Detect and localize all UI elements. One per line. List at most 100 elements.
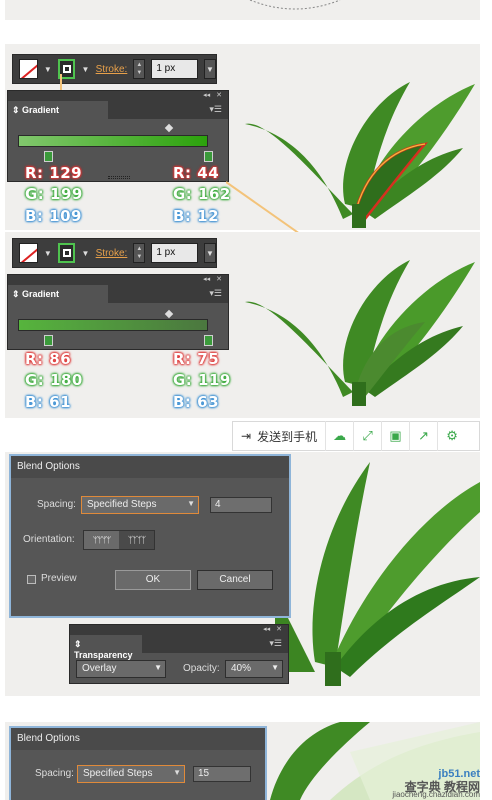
collapse-icon[interactable]: ◂◂ bbox=[203, 91, 210, 101]
steps-field[interactable]: 4 bbox=[210, 497, 272, 513]
step-image-3: Blend Options Spacing: Specified Steps ▼ … bbox=[5, 452, 480, 696]
tutorial-page: ▼ ▼ Stroke: ▲ ▼ 1 px ▼ ◂◂ ✕ ⇕ Gradient ▾☰ … bbox=[0, 0, 492, 800]
chevron-down-icon: ▼ bbox=[187, 499, 195, 508]
phone-send-icon: ⇥ bbox=[241, 429, 252, 443]
spacing-select[interactable]: Specified Steps ▼ bbox=[77, 765, 185, 783]
stroke-weight-dropdown-icon[interactable]: ▼ bbox=[203, 243, 216, 263]
align-to-path-icon[interactable]: ᛉᛉᛉᛉ bbox=[119, 531, 154, 549]
stroke-stepper[interactable]: ▲ ▼ bbox=[133, 243, 146, 263]
right-red-value: R: 44 bbox=[173, 164, 220, 182]
ok-button[interactable]: OK bbox=[115, 570, 191, 590]
gradient-title: Gradient bbox=[22, 289, 60, 299]
left-red-value: R: 129 bbox=[25, 164, 83, 182]
leaf-illustration-3 bbox=[275, 462, 480, 686]
spacing-select-value: Specified Steps bbox=[83, 768, 153, 779]
right-green-value: G: 119 bbox=[173, 371, 231, 389]
save-icon[interactable]: ▣ bbox=[382, 421, 411, 451]
gradient-panel-2: ◂◂ ✕ ⇕ Gradient ▾☰ bbox=[7, 274, 229, 350]
transparency-panel: ◂◂ ✕ ⇕ Transparency ▾☰ Overlay ▼ Opacity:… bbox=[69, 624, 289, 684]
blend-mode-select[interactable]: Overlay ▼ bbox=[76, 660, 166, 678]
stroke-weight-field[interactable]: 1 px bbox=[151, 243, 198, 263]
expand-icon[interactable]: ⤢ bbox=[354, 421, 383, 451]
stroke-swatch[interactable] bbox=[57, 243, 76, 263]
panel-controls: ◂◂ ✕ bbox=[8, 91, 228, 101]
send-to-phone-label: 发送到手机 bbox=[257, 429, 318, 444]
left-green-value: G: 199 bbox=[25, 185, 83, 203]
dotted-ellipse-shape bbox=[249, 0, 341, 10]
transparency-title: Transparency bbox=[74, 650, 133, 660]
fill-dropdown-icon[interactable]: ▼ bbox=[44, 59, 52, 79]
fill-dropdown-icon[interactable]: ▼ bbox=[44, 243, 52, 263]
fill-none-swatch[interactable] bbox=[19, 243, 38, 263]
blend-options-dialog-2: Blend Options Spacing: Specified Steps ▼ … bbox=[9, 726, 267, 800]
opacity-value: 40% bbox=[231, 663, 252, 674]
close-icon[interactable]: ✕ bbox=[216, 275, 222, 285]
fill-none-swatch[interactable] bbox=[19, 59, 38, 79]
orientation-label: Orientation: bbox=[23, 534, 75, 545]
right-blue-value: B: 12 bbox=[173, 207, 220, 225]
settings-gear-icon[interactable]: ⚙ bbox=[438, 421, 466, 451]
panel-controls: ◂◂ ✕ bbox=[8, 275, 228, 285]
gradient-tab[interactable]: ⇕ Gradient bbox=[8, 285, 108, 303]
stroke-label[interactable]: Stroke: bbox=[96, 64, 128, 75]
close-icon[interactable]: ✕ bbox=[276, 625, 282, 635]
left-blue-value: B: 61 bbox=[25, 393, 72, 411]
cloud-icon[interactable]: ☁ bbox=[326, 421, 355, 451]
collapse-icon[interactable]: ◂◂ bbox=[203, 275, 210, 285]
blend-mode-value: Overlay bbox=[82, 663, 117, 674]
leaf-illustration-2 bbox=[245, 260, 475, 406]
spacing-label: Spacing: bbox=[37, 499, 76, 510]
preview-checkbox[interactable] bbox=[27, 575, 36, 584]
panel-menu-icon[interactable]: ▾☰ bbox=[209, 104, 222, 115]
panel-menu-icon[interactable]: ▾☰ bbox=[269, 638, 282, 649]
blend-options-dialog: Blend Options Spacing: Specified Steps ▼ … bbox=[9, 454, 291, 618]
left-blue-value: B: 109 bbox=[25, 207, 82, 225]
transparency-tab[interactable]: ⇕ Transparency bbox=[70, 635, 142, 660]
stroke-label[interactable]: Stroke: bbox=[96, 248, 128, 259]
stroke-weight-field[interactable]: 1 px bbox=[151, 59, 198, 79]
gradient-stop-left[interactable] bbox=[44, 335, 53, 346]
collapse-icon[interactable]: ◂◂ bbox=[263, 625, 270, 635]
watermark-url: jiaocheng.chazidian.com bbox=[392, 790, 480, 799]
stroke-weight-dropdown-icon[interactable]: ▼ bbox=[203, 59, 216, 79]
stroke-dropdown-icon[interactable]: ▼ bbox=[81, 243, 90, 263]
panel-menu-icon[interactable]: ▾☰ bbox=[209, 288, 222, 299]
share-icon[interactable]: ↗ bbox=[410, 421, 439, 451]
step-image-4: Blend Options Spacing: Specified Steps ▼ … bbox=[5, 722, 480, 800]
chevron-down-icon: ▼ bbox=[154, 663, 162, 672]
close-icon[interactable]: ✕ bbox=[216, 91, 222, 101]
steps-field[interactable]: 15 bbox=[193, 766, 251, 782]
gradient-tab[interactable]: ⇕ Gradient bbox=[8, 101, 108, 119]
step-image-2: ▼ ▼ Stroke: ▲ ▼ 1 px ▼ ◂◂ ✕ ⇕ Gradient ▾☰ … bbox=[5, 232, 480, 418]
right-blue-value: B: 63 bbox=[173, 393, 220, 411]
stroke-dropdown-icon[interactable]: ▼ bbox=[81, 59, 90, 79]
gradient-title: Gradient bbox=[22, 105, 60, 115]
gradient-slider[interactable] bbox=[18, 319, 208, 331]
dialog-title: Blend Options bbox=[11, 728, 265, 750]
previous-step-image bbox=[5, 0, 480, 20]
left-red-value: R: 86 bbox=[25, 350, 72, 368]
gradient-midpoint[interactable] bbox=[164, 123, 174, 133]
spacing-select-value: Specified Steps bbox=[87, 499, 157, 510]
spacing-label: Spacing: bbox=[35, 768, 74, 779]
gradient-stop-right[interactable] bbox=[204, 151, 213, 162]
right-green-value: G: 162 bbox=[173, 185, 231, 203]
cancel-button[interactable]: Cancel bbox=[197, 570, 273, 590]
gradient-stop-left[interactable] bbox=[44, 151, 53, 162]
stroke-stepper[interactable]: ▲ ▼ bbox=[133, 59, 146, 79]
chevron-down-icon: ▼ bbox=[271, 663, 279, 672]
resize-grip[interactable] bbox=[108, 176, 130, 179]
left-green-value: G: 180 bbox=[25, 371, 83, 389]
opacity-field[interactable]: 40% ▼ bbox=[225, 660, 283, 678]
orientation-toggle: ᛘᛘᛘᛘ ᛉᛉᛉᛉ bbox=[83, 530, 155, 550]
stroke-toolbar: ▼ ▼ Stroke: ▲ ▼ 1 px ▼ bbox=[12, 54, 217, 84]
stroke-toolbar-2: ▼ ▼ Stroke: ▲ ▼ 1 px ▼ bbox=[12, 238, 217, 268]
send-to-phone-button[interactable]: ⇥ 发送到手机 bbox=[233, 421, 327, 451]
gradient-midpoint[interactable] bbox=[164, 309, 174, 319]
align-to-page-icon[interactable]: ᛘᛘᛘᛘ bbox=[84, 531, 119, 549]
gradient-stop-right[interactable] bbox=[204, 335, 213, 346]
gradient-slider[interactable] bbox=[18, 135, 208, 147]
spacing-select[interactable]: Specified Steps ▼ bbox=[81, 496, 199, 514]
panel-controls: ◂◂ ✕ bbox=[70, 625, 288, 635]
share-toolbar: ⇥ 发送到手机 ☁ ⤢ ▣ ↗ ⚙ bbox=[232, 421, 480, 451]
